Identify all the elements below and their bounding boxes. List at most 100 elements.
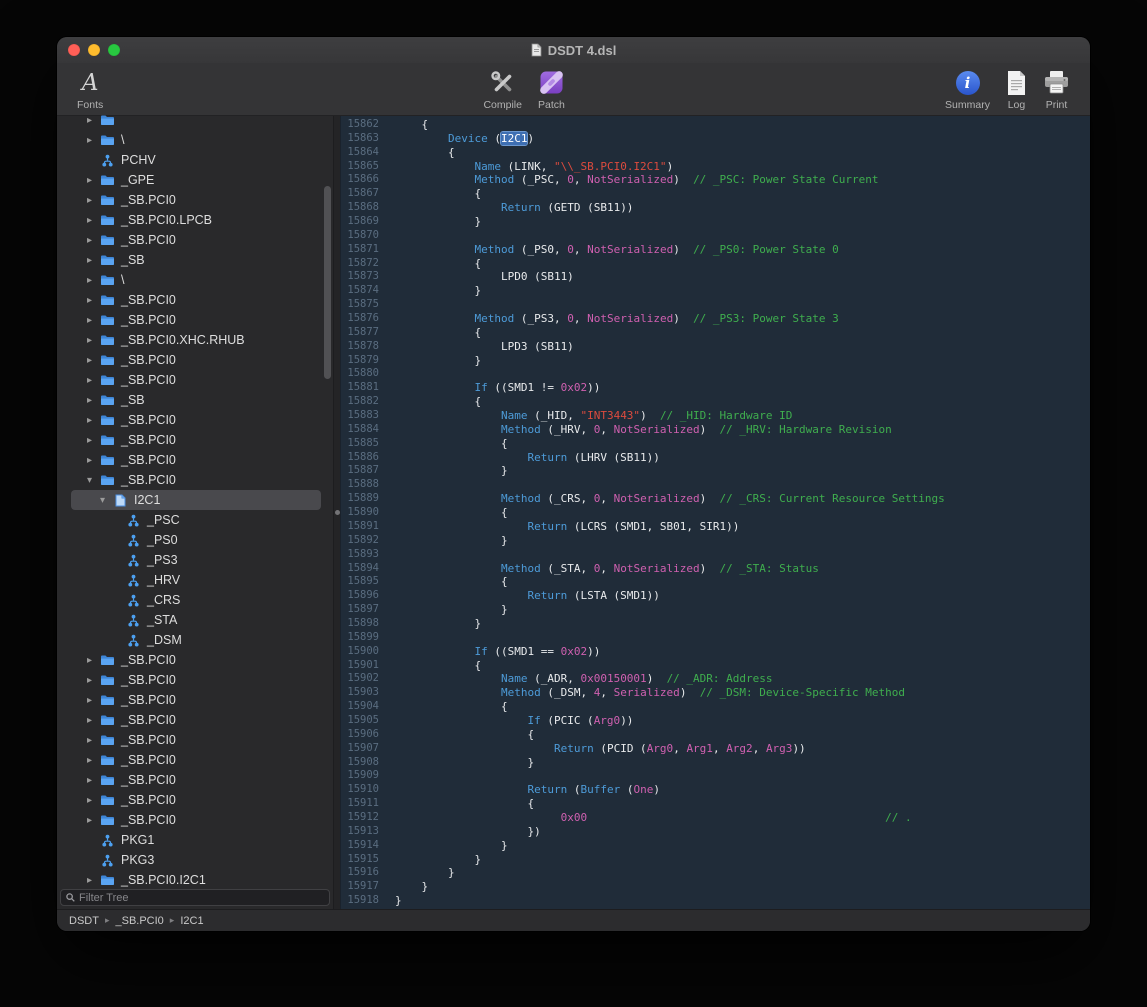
code-text: }: [385, 880, 428, 894]
tree-item--sb-pci0[interactable]: ▸_SB.PCI0: [57, 710, 333, 730]
log-button[interactable]: Log: [998, 66, 1035, 111]
chevron-right-icon[interactable]: ▸: [83, 375, 96, 386]
titlebar[interactable]: DSDT 4.dsl: [57, 37, 1090, 63]
close-button[interactable]: [68, 44, 80, 56]
breadcrumb-item-root[interactable]: DSDT: [69, 915, 99, 927]
tree-item--sb[interactable]: ▸_SB: [57, 250, 333, 270]
tree-item--sb-pci0[interactable]: ▸_SB.PCI0: [57, 730, 333, 750]
tree-item--sb-pci0[interactable]: ▸_SB.PCI0: [57, 230, 333, 250]
tree-item-pkg1[interactable]: PKG1: [57, 830, 333, 850]
chevron-right-icon[interactable]: ▸: [83, 315, 96, 326]
tree-item--crs[interactable]: _CRS: [57, 590, 333, 610]
chevron-right-icon[interactable]: ▸: [83, 355, 96, 366]
chevron-right-icon[interactable]: ▸: [83, 275, 96, 286]
code-text: {: [385, 437, 508, 451]
chevron-right-icon[interactable]: ▸: [83, 175, 96, 186]
chevron-right-icon[interactable]: ▸: [83, 435, 96, 446]
chevron-right-icon[interactable]: ▸: [83, 195, 96, 206]
tree-item-blank[interactable]: ▸: [57, 110, 333, 130]
filter-tree-input[interactable]: [79, 892, 324, 904]
tree-item--ps3[interactable]: _PS3: [57, 550, 333, 570]
breadcrumb-item-scope[interactable]: _SB.PCI0: [115, 915, 163, 927]
chevron-right-icon[interactable]: ▸: [83, 395, 96, 406]
tree-item--sb-pci0[interactable]: ▸_SB.PCI0: [57, 790, 333, 810]
minimize-button[interactable]: [88, 44, 100, 56]
chevron-right-icon[interactable]: ▸: [83, 455, 96, 466]
chevron-right-icon[interactable]: ▸: [83, 815, 96, 826]
code-text: {: [385, 700, 508, 714]
tree-item-pkg3[interactable]: PKG3: [57, 850, 333, 870]
fonts-button[interactable]: A Fonts: [69, 66, 111, 111]
chevron-right-icon[interactable]: ▸: [83, 795, 96, 806]
chevron-right-icon[interactable]: ▸: [83, 295, 96, 306]
tree-item-i2c1[interactable]: ▾I2C1: [57, 490, 333, 510]
filter-tree-field[interactable]: [60, 889, 330, 906]
tree-item--sb-pci0[interactable]: ▸_SB.PCI0: [57, 450, 333, 470]
pane-divider[interactable]: [333, 116, 341, 909]
tree-item-label: _SB.PCI0: [121, 473, 176, 487]
tree-item--ps0[interactable]: _PS0: [57, 530, 333, 550]
chevron-right-icon[interactable]: ▸: [83, 695, 96, 706]
zoom-button[interactable]: [108, 44, 120, 56]
chevron-right-icon[interactable]: ▸: [83, 215, 96, 226]
folder-icon: [99, 792, 115, 808]
tree-item--hrv[interactable]: _HRV: [57, 570, 333, 590]
chevron-right-icon[interactable]: ▸: [83, 655, 96, 666]
tree-item--sb-pci0-lpcb[interactable]: ▸_SB.PCI0.LPCB: [57, 210, 333, 230]
chevron-right-icon[interactable]: ▸: [83, 675, 96, 686]
tree-item--sta[interactable]: _STA: [57, 610, 333, 630]
summary-button[interactable]: i Summary: [937, 66, 998, 111]
folder-icon: [99, 132, 115, 148]
chevron-right-icon[interactable]: ▸: [83, 715, 96, 726]
code-text: Name (LINK, "\\_SB.PCI0.I2C1"): [385, 160, 673, 174]
tree-item--sb-pci0[interactable]: ▸_SB.PCI0: [57, 750, 333, 770]
chevron-right-icon[interactable]: ▸: [83, 755, 96, 766]
tree-item--sb[interactable]: ▸_SB: [57, 390, 333, 410]
tree-item--gpe[interactable]: ▸_GPE: [57, 170, 333, 190]
tree-item--sb-pci0-i2c1[interactable]: ▸_SB.PCI0.I2C1: [57, 870, 333, 887]
tree-item--sb-pci0[interactable]: ▾ _SB.PCI0: [57, 470, 333, 490]
tree-item--sb-pci0[interactable]: ▸_SB.PCI0: [57, 290, 333, 310]
line-number: 15917: [341, 880, 385, 894]
tree-item--[interactable]: ▸\: [57, 270, 333, 290]
chevron-right-icon[interactable]: ▸: [83, 875, 96, 886]
code-editor[interactable]: 15862 {15863 Device (I2C1)15864 {15865 N…: [341, 116, 1090, 909]
tree-item--sb-pci0-xhc-rhub[interactable]: ▸_SB.PCI0.XHC.RHUB: [57, 330, 333, 350]
divider-handle[interactable]: [335, 510, 340, 515]
tree-item--sb-pci0[interactable]: ▸_SB.PCI0: [57, 190, 333, 210]
folder-icon: [99, 432, 115, 448]
tree-item--sb-pci0[interactable]: ▸_SB.PCI0: [57, 770, 333, 790]
tree-item--sb-pci0[interactable]: ▸_SB.PCI0: [57, 410, 333, 430]
tree-item--sb-pci0[interactable]: ▸_SB.PCI0: [57, 350, 333, 370]
tree-item--psc[interactable]: _PSC: [57, 510, 333, 530]
tree-item--sb-pci0[interactable]: ▸_SB.PCI0: [57, 670, 333, 690]
tree-item--sb-pci0[interactable]: ▸_SB.PCI0: [57, 810, 333, 830]
code-line: 15902 Name (_ADR, 0x00150001) // _ADR: A…: [341, 672, 1090, 686]
tree-item--sb-pci0[interactable]: ▸_SB.PCI0: [57, 650, 333, 670]
chevron-right-icon[interactable]: ▸: [83, 335, 96, 346]
chevron-right-icon[interactable]: ▸: [83, 255, 96, 266]
print-button[interactable]: Print: [1035, 66, 1078, 111]
breadcrumb-item-leaf[interactable]: I2C1: [180, 915, 203, 927]
tree-item-pchv[interactable]: PCHV: [57, 150, 333, 170]
patch-button[interactable]: Patch: [530, 66, 573, 111]
chevron-right-icon[interactable]: ▸: [83, 735, 96, 746]
folder-icon: [99, 312, 115, 328]
code-line: 15911 {: [341, 797, 1090, 811]
chevron-right-icon[interactable]: ▸: [83, 115, 96, 126]
chevron-right-icon[interactable]: ▸: [83, 415, 96, 426]
tree-item--dsm[interactable]: _DSM: [57, 630, 333, 650]
sidebar-scrollbar-thumb[interactable]: [324, 186, 331, 379]
tree-item--sb-pci0[interactable]: ▸_SB.PCI0: [57, 370, 333, 390]
tree-item--sb-pci0[interactable]: ▸_SB.PCI0: [57, 310, 333, 330]
tree-item--sb-pci0[interactable]: ▸_SB.PCI0: [57, 690, 333, 710]
traffic-lights: [57, 44, 120, 56]
chevron-right-icon[interactable]: ▸: [83, 775, 96, 786]
chevron-down-icon[interactable]: ▾: [83, 475, 96, 486]
chevron-right-icon[interactable]: ▸: [83, 135, 96, 146]
tree-item--sb-pci0[interactable]: ▸_SB.PCI0: [57, 430, 333, 450]
compile-button[interactable]: Compile: [475, 66, 530, 111]
chevron-down-icon[interactable]: ▾: [96, 495, 109, 506]
tree-item--[interactable]: ▸\: [57, 130, 333, 150]
chevron-right-icon[interactable]: ▸: [83, 235, 96, 246]
